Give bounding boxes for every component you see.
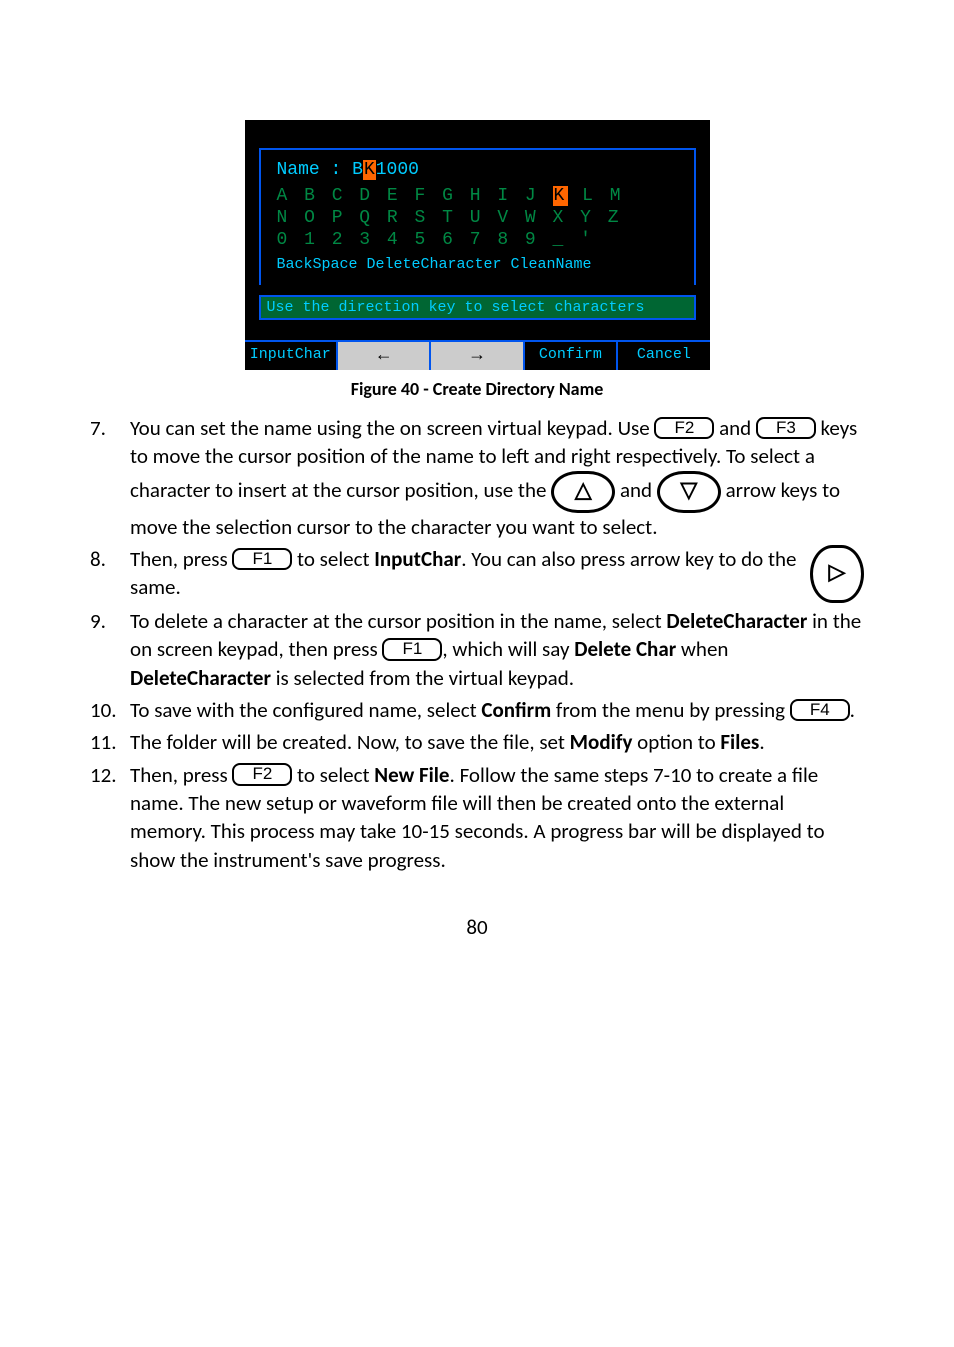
f1-key-icon: F1: [232, 548, 292, 571]
softkey-confirm[interactable]: Confirm: [525, 342, 618, 370]
name-cursor-char: K: [363, 160, 376, 180]
hint-text: Use the direction key to select characte…: [259, 295, 696, 320]
softkey-row: InputChar ← → Confirm Cancel: [245, 340, 710, 370]
step-number: 7.: [90, 414, 130, 541]
name-value-pre: B: [352, 160, 363, 180]
f1-key-icon: F1: [382, 638, 442, 661]
softkey-cancel[interactable]: Cancel: [618, 342, 709, 370]
f4-key-icon: F4: [790, 699, 850, 722]
name-value-post: 1000: [376, 160, 419, 180]
keypad-function-row[interactable]: BackSpace DeleteCharacter CleanName: [277, 256, 678, 273]
right-arrow-icon: ▷: [810, 545, 864, 603]
step-8-body: ▷ Then, press F1 to select InputChar. Yo…: [130, 545, 864, 603]
keypad-selected-char[interactable]: K: [553, 186, 569, 206]
page-number: 80: [90, 914, 864, 940]
up-arrow-icon: △: [551, 471, 615, 513]
f2-key-icon: F2: [654, 417, 714, 440]
create-directory-dialog: Name : BK1000 A B C D E F G H I J K L M …: [245, 120, 710, 370]
softkey-left[interactable]: ←: [338, 342, 431, 370]
step-number: 10.: [90, 696, 130, 724]
step-7-body: You can set the name using the on screen…: [130, 414, 864, 541]
f2-key-icon: F2: [232, 763, 292, 786]
name-field: Name : BK1000: [277, 160, 678, 180]
step-9-body: To delete a character at the cursor posi…: [130, 607, 864, 692]
keypad-row-2[interactable]: N O P Q R S T U V W X Y Z: [277, 208, 678, 228]
name-label: Name :: [277, 160, 342, 180]
down-arrow-icon: ▽: [657, 471, 721, 513]
step-number: 8.: [90, 545, 130, 603]
step-11-body: The folder will be created. Now, to save…: [130, 728, 864, 756]
figure-caption: Figure 40 - Create Directory Name: [351, 378, 604, 400]
keypad-row-3[interactable]: 0 1 2 3 4 5 6 7 8 9 _ ': [277, 230, 678, 250]
step-10-body: To save with the configured name, select…: [130, 696, 864, 724]
step-number: 12.: [90, 761, 130, 874]
f3-key-icon: F3: [756, 417, 816, 440]
keypad-row-1[interactable]: A B C D E F G H I J K L M: [277, 186, 678, 206]
step-number: 11.: [90, 728, 130, 756]
step-12-body: Then, press F2 to select New File. Follo…: [130, 761, 864, 874]
softkey-inputchar[interactable]: InputChar: [245, 342, 338, 370]
step-number: 9.: [90, 607, 130, 692]
softkey-right[interactable]: →: [431, 342, 524, 370]
